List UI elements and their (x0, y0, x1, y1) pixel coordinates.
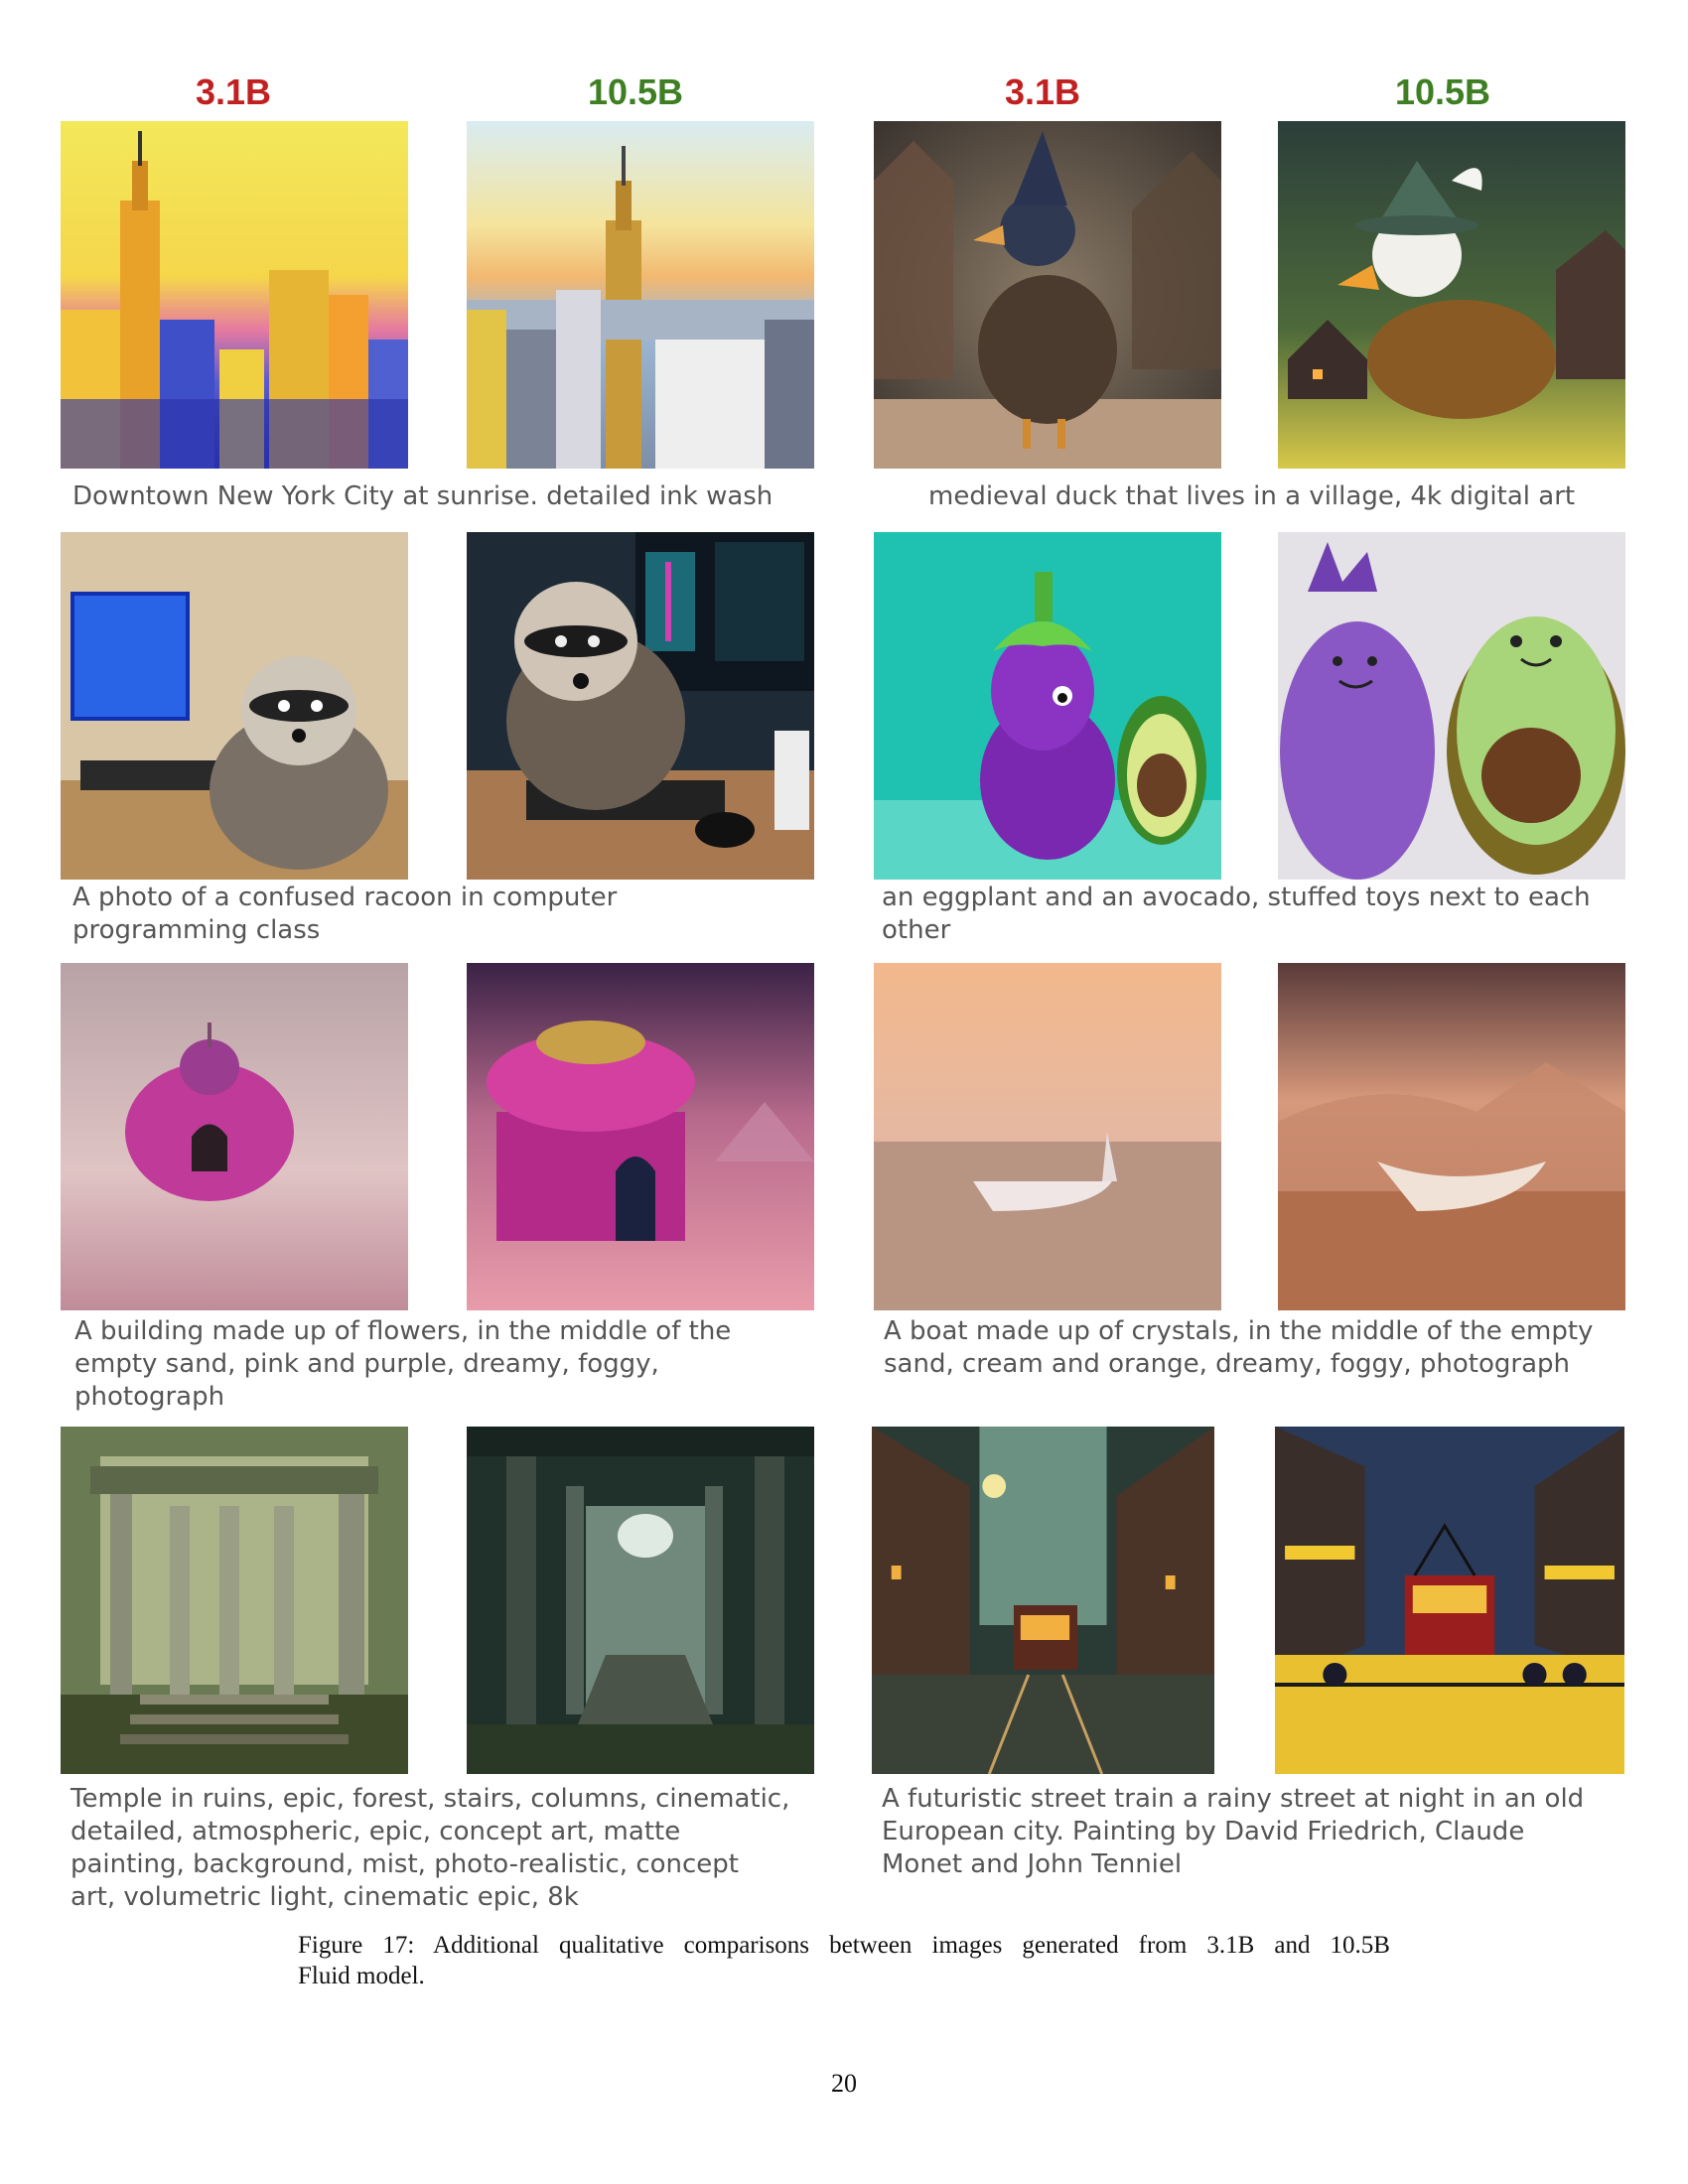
image-duck-10-5b (1278, 121, 1625, 469)
caption-temple-line-2: detailed, atmospheric, epic, concept art… (70, 1817, 681, 1846)
image-temple-3-1b (61, 1427, 408, 1774)
image-temple-10-5b (467, 1427, 814, 1774)
caption-temple: Temple in ruins, epic, forest, stairs, c… (70, 1783, 835, 1914)
figure-caption: Figure 17: Additional qualitative compar… (298, 1930, 1390, 1991)
caption-racoon-line-1: A photo of a confused racoon in computer (72, 883, 618, 912)
image-racoon-10-5b (467, 532, 814, 880)
caption-train-line-2: European city. Painting by David Friedri… (882, 1817, 1525, 1846)
image-racoon-3-1b (61, 532, 408, 880)
image-duck-3-1b (874, 121, 1221, 469)
caption-nyc: Downtown New York City at sunrise. detai… (72, 481, 774, 511)
caption-boat-line-2: sand, cream and orange, dreamy, foggy, p… (884, 1349, 1571, 1379)
header-3-1b-right: 3.1B (1004, 71, 1081, 112)
caption-toys-line-2: other (882, 915, 951, 945)
caption-train: A futuristic street train a rainy street… (882, 1783, 1646, 1881)
image-flowers-10-5b (467, 963, 814, 1310)
image-train-3-1b (872, 1427, 1214, 1774)
caption-boat-line-1: A boat made up of crystals, in the middl… (884, 1316, 1594, 1346)
caption-duck: medieval duck that lives in a village, 4… (928, 481, 1576, 511)
caption-train-line-1: A futuristic street train a rainy street… (882, 1784, 1585, 1814)
caption-racoon: A photo of a confused racoon in computer… (72, 882, 827, 947)
page-number: 20 (831, 2069, 857, 2098)
caption-toys: an eggplant and an avocado, stuffed toys… (882, 882, 1646, 947)
caption-flowers: A building made up of flowers, in the mi… (74, 1315, 829, 1414)
image-boat-3-1b (874, 963, 1221, 1310)
figure-caption-line-1: Figure 17: Additional qualitative compar… (298, 1932, 1390, 1959)
caption-temple-line-1: Temple in ruins, epic, forest, stairs, c… (70, 1784, 790, 1814)
caption-boat: A boat made up of crystals, in the middl… (884, 1315, 1648, 1381)
caption-toys-line-1: an eggplant and an avocado, stuffed toys… (882, 883, 1591, 912)
image-nyc-3-1b (61, 121, 408, 469)
caption-train-line-3: Monet and John Tenniel (882, 1849, 1183, 1879)
header-10-5b-right: 10.5B (1394, 71, 1491, 112)
header-10-5b-left: 10.5B (587, 71, 684, 112)
image-toys-3-1b (874, 532, 1221, 880)
caption-temple-line-3: painting, background, mist, photo-realis… (70, 1849, 740, 1879)
caption-racoon-line-2: programming class (72, 915, 321, 945)
caption-flowers-line-2: empty sand, pink and purple, dreamy, fog… (74, 1349, 659, 1379)
header-3-1b-left: 3.1B (195, 71, 272, 112)
caption-flowers-line-3: photograph (74, 1382, 225, 1412)
image-toys-10-5b (1278, 532, 1625, 880)
caption-temple-line-4: art, volumetric light, cinematic epic, 8… (70, 1882, 579, 1912)
image-train-10-5b (1275, 1427, 1624, 1774)
figure-caption-line-2: Fluid model. (298, 1963, 425, 1989)
image-boat-10-5b (1278, 963, 1625, 1310)
image-flowers-3-1b (61, 963, 408, 1310)
caption-flowers-line-1: A building made up of flowers, in the mi… (74, 1316, 732, 1346)
image-nyc-10-5b (467, 121, 814, 469)
